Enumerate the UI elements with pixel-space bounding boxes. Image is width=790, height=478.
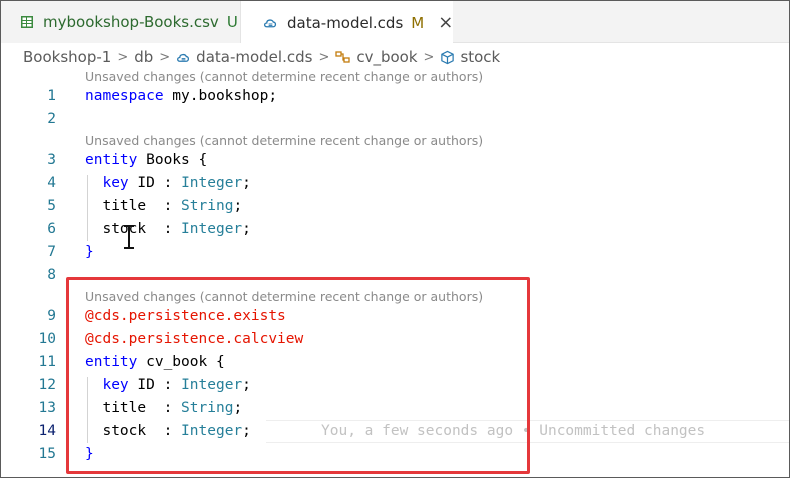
close-tab-icon[interactable]: × bbox=[438, 12, 453, 33]
tab-label: data-model.cds bbox=[287, 13, 404, 32]
line-number: 8 bbox=[47, 267, 56, 283]
line-number: 11 bbox=[38, 354, 56, 370]
breadcrumb-label: data-model.cds bbox=[196, 48, 313, 66]
line-number: 6 bbox=[47, 221, 56, 237]
line-number: 14 bbox=[38, 423, 56, 439]
namespace-name: my.bookshop; bbox=[163, 88, 278, 104]
keyword: key bbox=[102, 175, 129, 191]
field-cube-icon bbox=[440, 50, 455, 65]
text-cursor-icon bbox=[121, 223, 137, 251]
line-number: 3 bbox=[47, 152, 56, 168]
breadcrumb-item-field[interactable]: stock bbox=[440, 48, 500, 66]
line-number: 13 bbox=[38, 400, 56, 416]
code-line-4[interactable]: 4 key ID : Integer; bbox=[1, 172, 789, 195]
modified-status-badge: M bbox=[411, 13, 425, 32]
type-name: String bbox=[181, 198, 234, 214]
line-number: 1 bbox=[47, 88, 56, 104]
line-text: title : String; bbox=[85, 195, 242, 218]
field-decl: stock : bbox=[102, 221, 182, 237]
tab-bar: mybookshop-Books.csv U data-model.cds M … bbox=[1, 1, 789, 44]
keyword: entity bbox=[85, 152, 138, 168]
semicolon: ; bbox=[233, 198, 243, 214]
codelens-text[interactable]: Unsaved changes (cannot determine recent… bbox=[85, 67, 483, 87]
breadcrumb-label: cv_book bbox=[356, 48, 418, 66]
line-number: 9 bbox=[47, 308, 56, 324]
entity-structure-icon bbox=[335, 50, 351, 64]
field-decl: title : bbox=[102, 198, 182, 214]
chevron-right-icon: > bbox=[318, 49, 330, 65]
breadcrumb-item-entity[interactable]: cv_book bbox=[335, 48, 418, 66]
code-line-5[interactable]: 5 title : String; bbox=[1, 195, 789, 218]
codelens-text[interactable]: Unsaved changes (cannot determine recent… bbox=[85, 131, 483, 151]
code-line-1[interactable]: 1 namespace my.bookshop; bbox=[1, 85, 789, 108]
entity-name: Books { bbox=[137, 152, 208, 168]
code-line-6[interactable]: 6 stock : Integer; bbox=[1, 218, 789, 241]
semicolon: ; bbox=[242, 221, 251, 237]
field-decl: ID : bbox=[128, 175, 182, 191]
untracked-status-badge: U bbox=[226, 13, 238, 31]
highlight-annotation-box bbox=[66, 277, 530, 474]
breadcrumb-item-file[interactable]: data-model.cds bbox=[176, 48, 312, 66]
line-number: 2 bbox=[47, 111, 56, 127]
type-name: Integer bbox=[181, 175, 243, 191]
line-number: 12 bbox=[38, 377, 56, 393]
breadcrumb-item-bookshop[interactable]: Bookshop-1 bbox=[23, 48, 111, 66]
line-text: entity Books { bbox=[85, 149, 207, 172]
code-line-3[interactable]: 3 entity Books { bbox=[1, 149, 789, 172]
breadcrumb-item-db[interactable]: db bbox=[134, 48, 153, 66]
keyword: namespace bbox=[85, 88, 164, 104]
line-number: 4 bbox=[47, 175, 56, 191]
line-text: key ID : Integer; bbox=[85, 172, 251, 195]
close-brace: } bbox=[85, 244, 94, 260]
line-number: 10 bbox=[38, 331, 56, 347]
chevron-right-icon: > bbox=[423, 49, 435, 65]
tab-data-model-cds[interactable]: data-model.cds M × bbox=[241, 1, 453, 44]
cds-file-icon bbox=[263, 15, 278, 30]
chevron-right-icon: > bbox=[159, 49, 171, 65]
indent-guide bbox=[87, 175, 88, 241]
semicolon: ; bbox=[242, 175, 251, 191]
line-number: 7 bbox=[47, 244, 56, 260]
chevron-right-icon: > bbox=[117, 49, 129, 65]
code-editor[interactable]: Unsaved changes (cannot determine recent… bbox=[1, 67, 789, 477]
breadcrumb-label: stock bbox=[460, 48, 501, 66]
line-text: namespace my.bookshop; bbox=[85, 85, 277, 108]
table-icon bbox=[19, 15, 34, 30]
tab-label: mybookshop-Books.csv bbox=[43, 13, 219, 31]
line-number: 15 bbox=[38, 446, 56, 462]
cds-file-icon bbox=[176, 51, 191, 64]
code-line-2[interactable]: 2 bbox=[1, 108, 789, 131]
tab-mybookshop-books-csv[interactable]: mybookshop-Books.csv U bbox=[1, 1, 241, 43]
type-name: Integer bbox=[181, 221, 243, 237]
code-line-7[interactable]: 7 } bbox=[1, 241, 789, 264]
line-number: 5 bbox=[47, 198, 56, 214]
line-text: stock : Integer; bbox=[85, 218, 251, 241]
editor-window: mybookshop-Books.csv U data-model.cds M … bbox=[0, 0, 790, 478]
